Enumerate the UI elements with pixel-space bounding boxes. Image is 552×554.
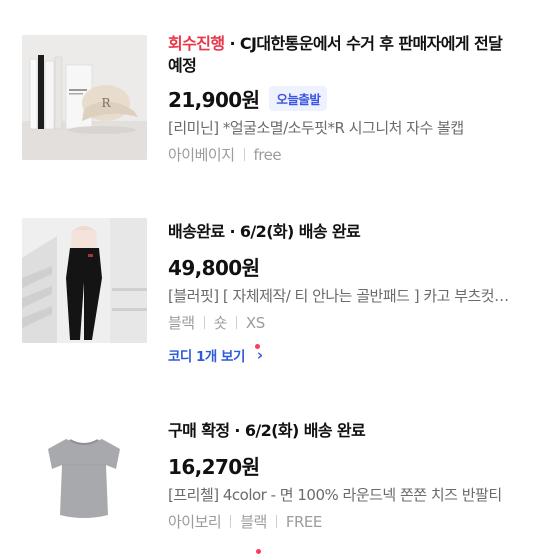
option-color: 아이베이지: [168, 146, 235, 164]
tshirt-photo-icon: [22, 407, 147, 532]
option-divider: [243, 148, 245, 161]
price: 49,800원: [168, 255, 260, 280]
order-status: 회수진행 · CJ대한통운에서 수거 후 판매자에게 전달 예정: [168, 33, 513, 77]
option-divider: [235, 316, 237, 329]
product-title[interactable]: [블러핏] [ 자체제작/ 티 안나는 골반패드 ] 카고 부츠컷 팬츠: [168, 285, 513, 306]
option-color: 아이보리: [168, 513, 222, 531]
view-coordi-link[interactable]: 코디 1개 보기 ›: [168, 344, 263, 365]
status-highlight: 회수진행: [168, 34, 225, 53]
cap-logo-letter: R: [101, 96, 111, 110]
cap-photo-icon: R: [22, 35, 147, 160]
pants-photo-icon: [22, 218, 147, 343]
option-size: free: [253, 145, 282, 164]
same-day-shipping-badge: 오늘출발: [269, 85, 328, 111]
product-thumbnail-cap[interactable]: R: [22, 35, 147, 160]
product-thumbnail-tshirt[interactable]: [22, 407, 147, 532]
option-length: 숏: [213, 314, 228, 332]
product-thumbnail-pants[interactable]: [22, 218, 147, 343]
option-color-2: 블랙: [240, 513, 267, 531]
order-status: 배송완료 · 6/2(화) 배송 완료: [168, 222, 361, 241]
option-divider: [203, 316, 205, 329]
product-options: 아이베이지 free: [168, 144, 538, 165]
option-divider: [275, 515, 277, 528]
product-title[interactable]: [프리첼] 4color - 면 100% 라운드넥 쫀쫀 치즈 반팔티: [168, 484, 513, 505]
option-size: XS: [245, 313, 265, 332]
product-options: 블랙 숏 XS: [168, 312, 538, 333]
price: 21,900원: [168, 87, 260, 112]
option-divider: [230, 515, 232, 528]
option-color: 블랙: [168, 314, 195, 332]
option-size: FREE: [285, 512, 323, 531]
order-status: 구매 확정 · 6/2(화) 배송 완료: [168, 421, 366, 440]
price: 16,270원: [168, 454, 260, 479]
product-options: 아이보리 블랙 FREE: [168, 511, 538, 532]
product-title[interactable]: [리미닌] *얼굴소멸/소두핏*R 시그니처 자수 볼캡: [168, 117, 513, 138]
new-dot-indicator: [255, 344, 260, 349]
coordi-label: 코디 1개 보기: [168, 349, 245, 365]
